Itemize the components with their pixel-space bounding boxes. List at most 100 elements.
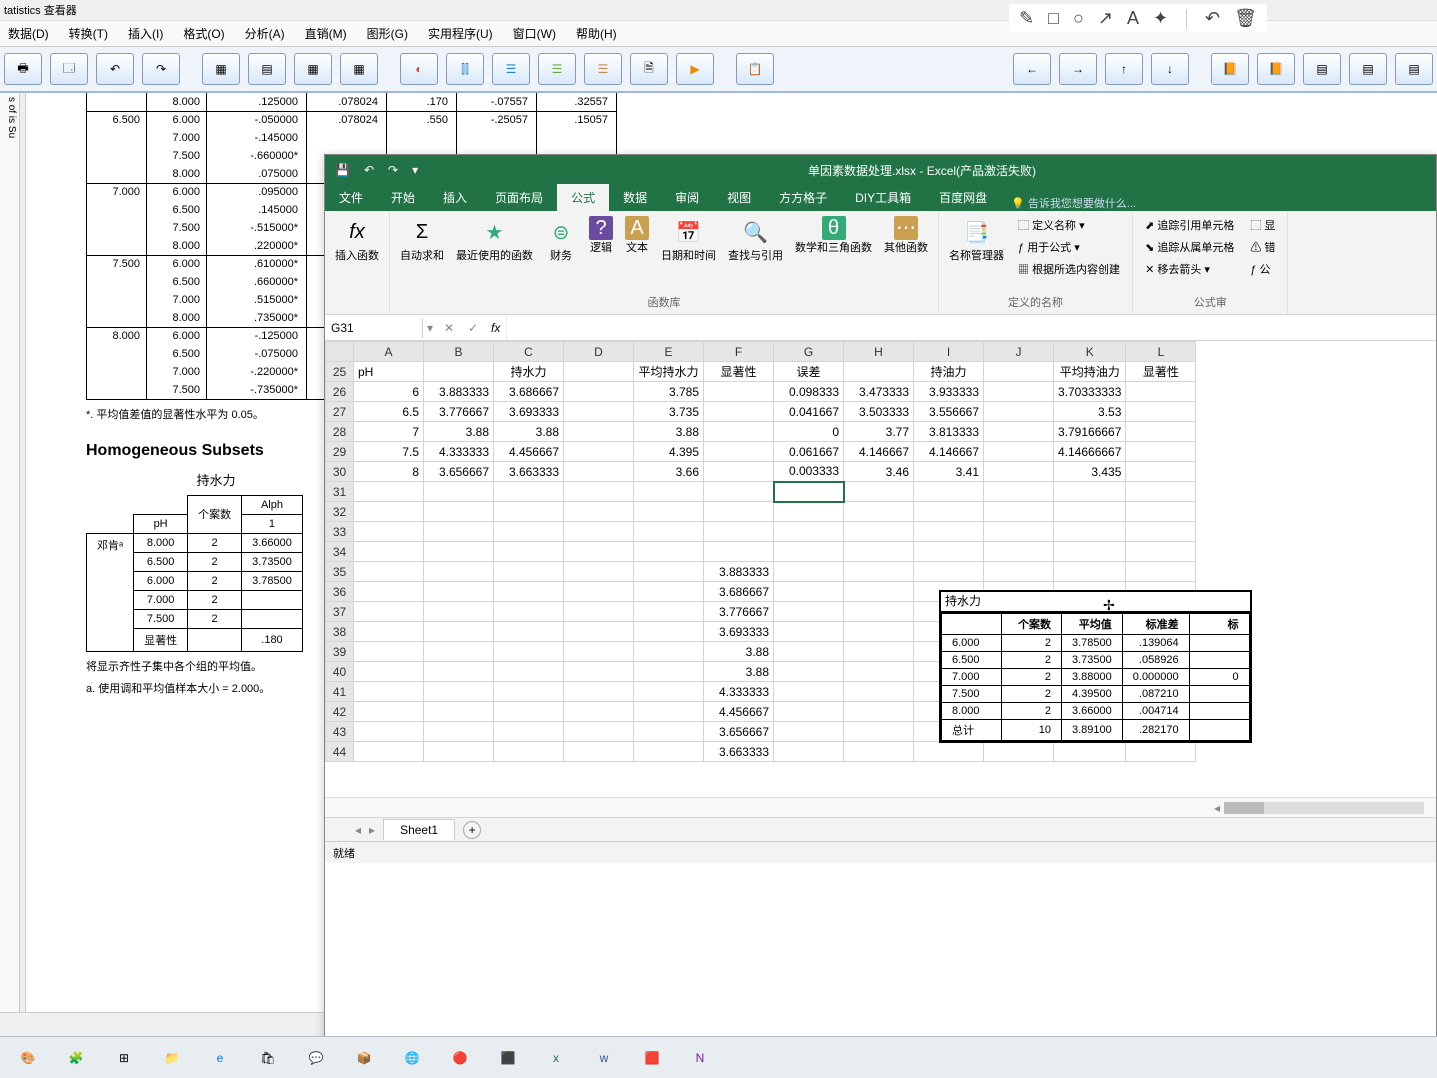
financial-button[interactable]: ⊜财务 <box>541 213 581 265</box>
arrow-icon[interactable]: ↗ <box>1098 8 1113 29</box>
goto-button[interactable]: ▦ <box>202 53 240 85</box>
accept-formula-button[interactable]: ✓ <box>461 321 485 335</box>
store-button[interactable]: 🛍 <box>246 1041 290 1075</box>
square-icon[interactable]: □ <box>1048 8 1059 29</box>
autosum-button[interactable]: Σ自动求和 <box>396 213 448 265</box>
use-formula-button[interactable]: ƒ 用于公式 ▾ <box>1014 237 1124 257</box>
tab-file[interactable]: 文件 <box>325 184 377 211</box>
text-icon[interactable]: A <box>1127 8 1139 29</box>
wechat-button[interactable]: 💬 <box>294 1041 338 1075</box>
run-button[interactable]: ▶ <box>676 53 714 85</box>
circle-icon[interactable]: ○ <box>1073 8 1084 29</box>
show-formulas-button[interactable]: ⬚ 显 <box>1246 215 1279 235</box>
menu-graphs[interactable]: 图形(G) <box>367 25 408 42</box>
spss-nav-sidebar[interactable]: s of is Su <box>0 93 20 1071</box>
tab-data[interactable]: 数据 <box>609 184 661 211</box>
preview-button[interactable]: 🗔 <box>50 53 88 85</box>
chart4-button[interactable]: ☰ <box>538 53 576 85</box>
tab-layout[interactable]: 页面布局 <box>481 184 557 211</box>
variables-button[interactable]: ▤ <box>248 53 286 85</box>
cancel-formula-button[interactable]: ✕ <box>437 321 461 335</box>
tab-ffgz[interactable]: 方方格子 <box>765 184 841 211</box>
book1-button[interactable]: 📙 <box>1211 53 1249 85</box>
chart3-button[interactable]: ☰ <box>492 53 530 85</box>
nav-up-button[interactable]: ↑ <box>1105 53 1143 85</box>
datetime-button[interactable]: 📅日期和时间 <box>657 213 720 265</box>
chart2-button[interactable]: ⫿⫿ <box>446 53 484 85</box>
menu-insert[interactable]: 插入(I) <box>128 25 163 42</box>
remove-arrows-button[interactable]: ✕ 移去箭头 ▾ <box>1141 259 1238 279</box>
sheet-nav-prev-icon[interactable]: ◂ <box>355 823 361 837</box>
edge-browser-button[interactable]: e <box>198 1041 242 1075</box>
recent-button[interactable]: ★最近使用的函数 <box>452 213 537 265</box>
trace-precedents-button[interactable]: ⬈ 追踪引用单元格 <box>1141 215 1238 235</box>
app-button-3[interactable]: ⬛ <box>486 1041 530 1075</box>
error-check-button[interactable]: ⚠ 错 <box>1246 237 1279 257</box>
onenote-button[interactable]: N <box>678 1041 722 1075</box>
sheet-tab-1[interactable]: Sheet1 <box>383 819 455 840</box>
tab-view[interactable]: 视图 <box>713 184 765 211</box>
redo-icon[interactable]: ↷ <box>388 163 398 177</box>
undo-icon[interactable]: ↶ <box>1205 8 1220 29</box>
formula-input[interactable] <box>506 315 1436 340</box>
name-box-dropdown-icon[interactable]: ▾ <box>423 321 437 335</box>
add-sheet-button[interactable]: + <box>463 821 481 839</box>
chart5-button[interactable]: ☰ <box>584 53 622 85</box>
clip1-button[interactable]: 📋 <box>736 53 774 85</box>
save-icon[interactable]: 💾 <box>335 163 350 177</box>
fx-icon[interactable]: fx <box>485 321 506 335</box>
panel1-button[interactable]: ▤ <box>1303 53 1341 85</box>
word-taskbar-button[interactable]: w <box>582 1041 626 1075</box>
app-button-4[interactable]: 🟥 <box>630 1041 674 1075</box>
menu-utilities[interactable]: 实用程序(U) <box>428 25 493 42</box>
tab-home[interactable]: 开始 <box>377 184 429 211</box>
select-button[interactable]: ▦ <box>340 53 378 85</box>
create-from-selection-button[interactable]: ▦ 根据所选内容创建 <box>1014 259 1124 279</box>
tab-review[interactable]: 审阅 <box>661 184 713 211</box>
taskbar-app-1[interactable]: 🎨 <box>6 1041 50 1075</box>
evaluate-button[interactable]: ƒ 公 <box>1246 259 1279 279</box>
wand-icon[interactable]: ✦ <box>1153 8 1168 29</box>
nav-down-button[interactable]: ↓ <box>1151 53 1189 85</box>
menu-transform[interactable]: 转换(T) <box>69 25 108 42</box>
menu-direct[interactable]: 直销(M) <box>305 25 347 42</box>
trash-icon[interactable]: 🗑 <box>1234 8 1257 29</box>
book2-button[interactable]: 📙 <box>1257 53 1295 85</box>
name-manager-button[interactable]: 📑名称管理器 <box>945 213 1008 265</box>
redo-button[interactable]: ↷ <box>142 53 180 85</box>
logical-button[interactable]: ?逻辑 <box>585 213 617 257</box>
docs-button[interactable]: 🗎 <box>630 53 668 85</box>
menu-format[interactable]: 格式(O) <box>183 25 224 42</box>
tab-insert[interactable]: 插入 <box>429 184 481 211</box>
undo-icon[interactable]: ↶ <box>364 163 374 177</box>
undo-button[interactable]: ↶ <box>96 53 134 85</box>
app-button-1[interactable]: 📦 <box>342 1041 386 1075</box>
task-view-button[interactable]: ⊞ <box>102 1041 146 1075</box>
nav-left-button[interactable]: ← <box>1013 53 1051 85</box>
lookup-button[interactable]: 🔍查找与引用 <box>724 213 787 265</box>
tab-formulas[interactable]: 公式 <box>557 184 609 211</box>
text-button[interactable]: A文本 <box>621 213 653 257</box>
chrome-button[interactable]: 🔴 <box>438 1041 482 1075</box>
menu-help[interactable]: 帮助(H) <box>576 25 617 42</box>
menu-analyze[interactable]: 分析(A) <box>245 25 285 42</box>
tab-baidu[interactable]: 百度网盘 <box>925 184 1001 211</box>
define-name-button[interactable]: ⬚ 定义名称 ▾ <box>1014 215 1124 235</box>
tell-me-search[interactable]: 💡 告诉我您想要做什么... <box>1011 195 1136 211</box>
menu-window[interactable]: 窗口(W) <box>513 25 556 42</box>
tab-diy[interactable]: DIY工具箱 <box>841 184 925 211</box>
print-button[interactable]: 🖶 <box>4 53 42 85</box>
app-button-2[interactable]: 🌐 <box>390 1041 434 1075</box>
chart1-button[interactable]: ◐ <box>400 53 438 85</box>
panel3-button[interactable]: ▤ <box>1395 53 1433 85</box>
sheet-nav-next-icon[interactable]: ▸ <box>369 823 375 837</box>
math-button[interactable]: θ数学和三角函数 <box>791 213 876 257</box>
trace-dependents-button[interactable]: ⬊ 追踪从属单元格 <box>1141 237 1238 257</box>
menu-data[interactable]: 数据(D) <box>8 25 49 42</box>
other-fn-button[interactable]: ⋯其他函数 <box>880 213 932 257</box>
hscroll-left-icon[interactable]: ◂ <box>1214 801 1220 815</box>
pencil-icon[interactable]: ✎ <box>1019 8 1034 29</box>
panel2-button[interactable]: ▤ <box>1349 53 1387 85</box>
file-explorer-button[interactable]: 📁 <box>150 1041 194 1075</box>
nav-right-button[interactable]: → <box>1059 53 1097 85</box>
